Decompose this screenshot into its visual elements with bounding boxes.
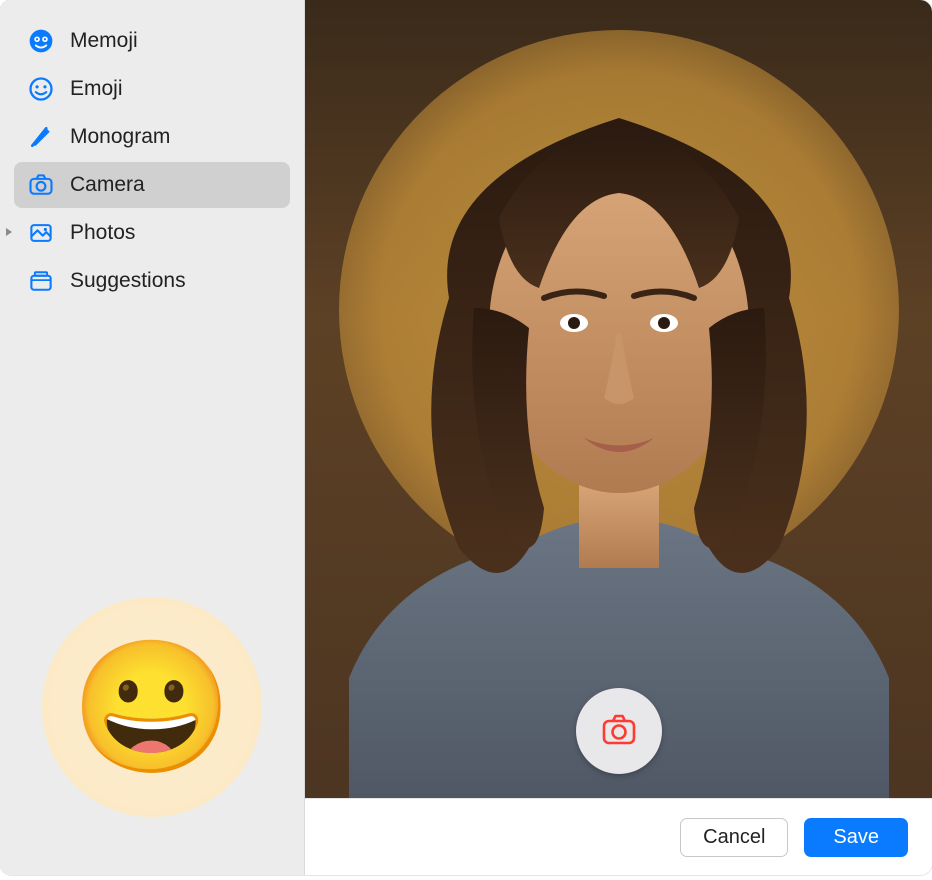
save-button[interactable]: Save	[804, 818, 908, 857]
sidebar-item-label: Camera	[70, 173, 145, 197]
chevron-right-icon[interactable]	[4, 226, 14, 240]
sidebar-item-label: Monogram	[70, 125, 170, 149]
suggestions-icon	[26, 266, 56, 296]
sidebar-item-label: Memoji	[70, 29, 138, 53]
sidebar-item-memoji[interactable]: Memoji	[14, 18, 290, 64]
sidebar-item-label: Suggestions	[70, 269, 186, 293]
camera-preview	[305, 0, 932, 798]
cancel-button[interactable]: Cancel	[680, 818, 788, 857]
camera-icon	[26, 170, 56, 200]
sidebar-item-emoji[interactable]: Emoji	[14, 66, 290, 112]
sidebar-item-label: Emoji	[70, 77, 123, 101]
profile-picture-dialog: Memoji Emoji	[0, 0, 932, 875]
sidebar-item-suggestions[interactable]: Suggestions	[14, 258, 290, 304]
sidebar: Memoji Emoji	[0, 0, 305, 875]
memoji-icon	[26, 26, 56, 56]
capture-button[interactable]	[576, 688, 662, 774]
current-picture-preview-area: 😀	[14, 597, 290, 857]
sidebar-item-label: Photos	[70, 221, 135, 245]
main-area: Cancel Save	[305, 0, 932, 875]
dialog-footer: Cancel Save	[305, 798, 932, 875]
camera-shutter-icon	[599, 709, 639, 754]
current-picture-preview: 😀	[42, 597, 262, 817]
photos-icon	[26, 218, 56, 248]
sidebar-item-monogram[interactable]: Monogram	[14, 114, 290, 160]
monogram-icon	[26, 122, 56, 152]
emoji-icon	[26, 74, 56, 104]
current-picture-emoji: 😀	[71, 642, 233, 772]
sidebar-item-camera[interactable]: Camera	[14, 162, 290, 208]
sidebar-list: Memoji Emoji	[14, 18, 290, 304]
sidebar-item-photos[interactable]: Photos	[14, 210, 290, 256]
